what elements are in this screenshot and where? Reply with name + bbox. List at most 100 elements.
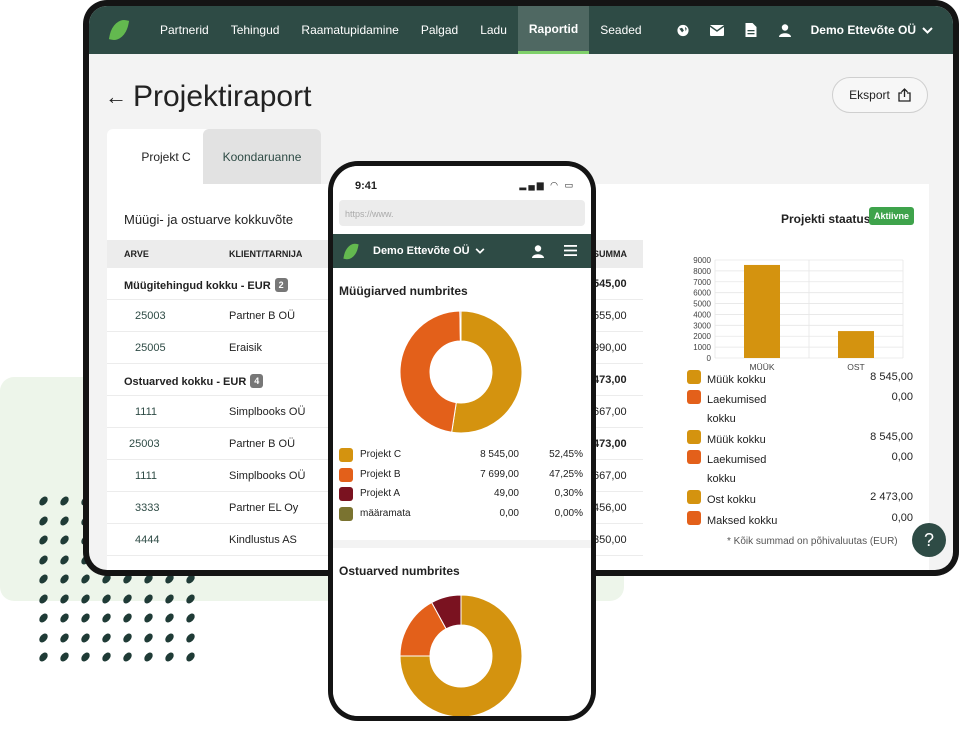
nav-item-tehingud[interactable]: Tehingud <box>220 6 291 54</box>
decorative-dot <box>101 631 112 644</box>
invoice-link[interactable]: 1111 <box>135 470 157 482</box>
bar-ost[interactable] <box>838 331 874 358</box>
legend-value: 8 545,00 <box>870 431 913 443</box>
row-sum: 990,00 <box>593 342 627 354</box>
decorative-dot <box>143 611 154 625</box>
sales-donut-chart <box>399 310 523 434</box>
nav-item-partnerid[interactable]: Partnerid <box>149 6 220 54</box>
nav-item-palgad[interactable]: Palgad <box>410 6 469 54</box>
client-name: Simplbooks OÜ <box>229 470 306 482</box>
invoice-link[interactable]: 25003 <box>135 310 166 322</box>
legend-swatch <box>339 506 353 521</box>
decorative-dot <box>164 592 175 605</box>
legend-value: 2 473,00 <box>870 491 913 503</box>
y-tick-label: 0 <box>707 354 712 363</box>
export-button[interactable]: Eksport <box>832 77 928 113</box>
decorative-dot <box>59 592 70 605</box>
tab-koondaruanne[interactable]: Koondaruanne <box>203 129 321 184</box>
invoice-link[interactable]: 1111 <box>135 406 157 418</box>
decorative-dot <box>38 494 49 508</box>
decorative-dot <box>122 611 133 625</box>
legend-value: 0,00 <box>891 512 913 524</box>
decorative-dot <box>101 592 112 605</box>
invoice-link[interactable]: 25003 <box>129 438 160 450</box>
user-icon[interactable] <box>532 244 544 258</box>
nav-item-ladu[interactable]: Ladu <box>469 6 518 54</box>
url-input[interactable]: https://www. <box>339 200 585 226</box>
decorative-dot <box>164 631 175 644</box>
row-sum: 350,00 <box>593 534 627 546</box>
mail-icon[interactable] <box>709 24 725 36</box>
phone-url-bar: https://www. <box>333 194 591 236</box>
legend-value: 0,00 <box>891 391 913 403</box>
decorative-dot <box>59 514 70 527</box>
decorative-dot <box>122 650 133 664</box>
decorative-dot <box>185 631 196 644</box>
marketing-stage: Partnerid Tehingud Raamatupidamine Palga… <box>0 0 960 745</box>
y-tick-label: 6000 <box>693 289 711 298</box>
legend-percent: 0,00% <box>554 507 583 519</box>
leaf-logo-icon[interactable] <box>108 17 130 43</box>
row-sum: 667,00 <box>593 470 627 482</box>
decorative-dot <box>80 631 91 644</box>
client-name: Simplbooks OÜ <box>229 406 306 418</box>
export-label: Eksport <box>849 88 890 102</box>
bar-müük[interactable] <box>744 264 780 358</box>
decorative-dot <box>59 494 70 508</box>
row-sum: 456,00 <box>593 502 627 514</box>
legend-swatch <box>687 390 701 404</box>
hamburger-menu-icon[interactable] <box>564 244 577 256</box>
user-icon[interactable] <box>777 23 793 37</box>
donut-legend-item: Projekt C 8 545,00 52,45% <box>339 446 585 465</box>
legend-label: Müük kokku <box>707 434 766 446</box>
decorative-dot <box>38 631 49 644</box>
legend-percent: 52,45% <box>549 449 583 460</box>
nav-item-raportid[interactable]: Raportid <box>517 6 590 54</box>
decorative-dot <box>143 631 154 644</box>
globe-icon[interactable] <box>675 24 691 37</box>
back-arrow-icon[interactable]: ← <box>105 84 127 110</box>
x-tick-label: OST <box>847 362 864 372</box>
company-switcher[interactable]: Demo Ettevõte OÜ <box>811 23 933 37</box>
decorative-dot <box>38 572 49 586</box>
legend-label: Projekt C <box>360 449 402 460</box>
phone-company-switcher[interactable]: Demo Ettevõte OÜ <box>373 245 485 257</box>
legend-label: Müük kokku <box>707 374 766 386</box>
group-label: Müügitehingud kokku - EUR 2 <box>124 278 288 292</box>
decorative-dot <box>59 572 70 586</box>
legend-swatch <box>687 450 701 464</box>
legend-value: 8 545,00 <box>480 449 519 460</box>
phone-nav-icons <box>532 244 591 258</box>
legend-swatch <box>687 490 701 504</box>
decorative-dot <box>59 631 70 644</box>
phone-company-name: Demo Ettevõte OÜ <box>373 245 470 257</box>
phone-frame: 9:41 ▂▄▆ ◠ ▭ https://www. Demo Ettevõte … <box>328 161 596 721</box>
document-icon[interactable] <box>743 23 759 37</box>
leaf-logo-icon[interactable] <box>343 241 359 261</box>
donut-legend-item: määramata 0,00 0,00% <box>339 505 585 524</box>
legend-label: Projekt A <box>360 488 401 499</box>
nav-item-seaded[interactable]: Seaded <box>589 6 652 54</box>
legend-swatch <box>687 370 701 384</box>
donut-legend-item: Projekt A 49,00 0,30% <box>339 485 585 504</box>
nav-item-raamatupidamine[interactable]: Raamatupidamine <box>290 6 409 54</box>
col-invoice: ARVE <box>124 249 149 259</box>
help-button[interactable]: ? <box>912 523 946 557</box>
nav-right-group: Demo Ettevõte OÜ <box>675 23 953 37</box>
invoice-link[interactable]: 3333 <box>135 502 159 514</box>
decorative-dot <box>185 592 196 605</box>
invoice-link[interactable]: 25005 <box>135 342 166 354</box>
decorative-dot <box>185 650 196 664</box>
legend-value: 7 699,00 <box>480 468 519 480</box>
decorative-dot <box>101 611 112 625</box>
phone-screen: 9:41 ▂▄▆ ◠ ▭ https://www. Demo Ettevõte … <box>333 166 591 716</box>
invoice-link[interactable]: 4444 <box>135 534 159 546</box>
legend-swatch <box>687 430 701 444</box>
sales-donut-slice-0[interactable] <box>451 310 523 434</box>
decorative-dot <box>59 611 70 625</box>
sales-donut-slice-2[interactable] <box>459 310 462 342</box>
y-tick-label: 7000 <box>693 278 711 287</box>
chevron-down-icon <box>475 248 485 254</box>
sales-donut-slice-1[interactable] <box>399 310 461 433</box>
row-sum: 555,00 <box>593 310 627 322</box>
